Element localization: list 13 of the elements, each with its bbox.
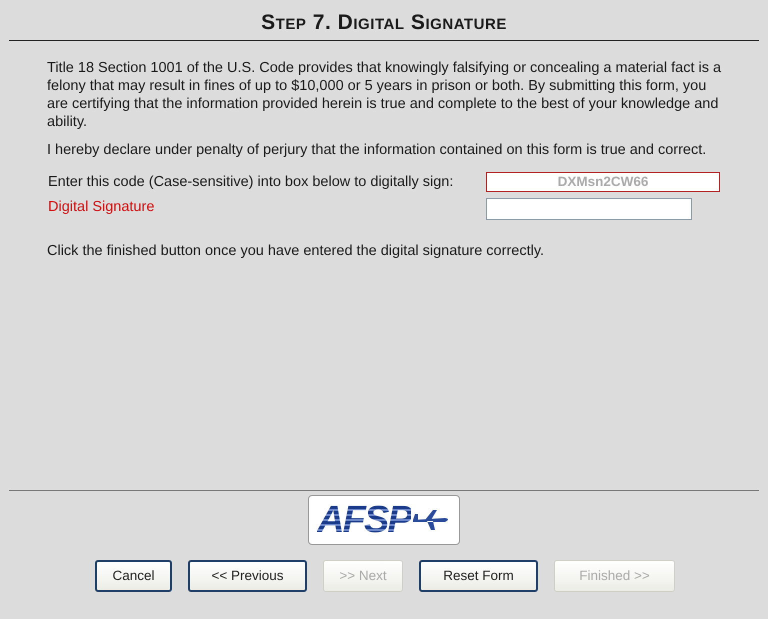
nav-button[interactable]: Cancel [95, 560, 172, 592]
paragraph: Title 18 Section 1001 of the U.S. Code provides that knowingly falsifying or concealing a material fact is a felony that may result in fines of up to $10,000 or 5 years in prison or both. By submitting this form, you are certifying that the information provided herein is true and complete to the best of your knowledge and ability. [47, 58, 722, 130]
nav-button[interactable]: Reset Form [419, 560, 538, 592]
airplane-icon [410, 508, 451, 532]
paragraph: I hereby declare under penalty of perjury that the information contained on this form is true and correct. [47, 140, 708, 158]
nav-button[interactable]: << Previous [188, 560, 307, 592]
logo: AFSP [308, 495, 460, 545]
signature-field[interactable] [486, 198, 692, 220]
page-title: Step 7. Digital Signature [261, 11, 507, 34]
code-display: DXMsn2CW66 [486, 172, 720, 192]
code-label: Enter this code (Case-sensitive) into box below to digitally sign: [47, 172, 454, 190]
instruction-text: Click the finished button once you have entered the digital signature correctly. [47, 242, 546, 260]
signature-label: Digital Signature [47, 198, 156, 216]
